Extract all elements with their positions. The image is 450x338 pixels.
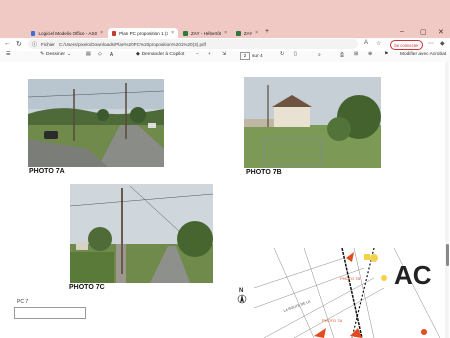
- photo-7c: [70, 184, 213, 283]
- zoom-out-icon[interactable]: −: [196, 52, 199, 57]
- tab-label: Logiciel Modelio Office - ASSUR: [38, 30, 98, 36]
- vertical-scrollbar[interactable]: [445, 62, 449, 338]
- search-icon[interactable]: ⌕: [318, 52, 321, 58]
- contents-icon[interactable]: ☰: [6, 52, 10, 57]
- copilot-icon: ◆: [136, 52, 140, 57]
- north-arrow: N: [237, 285, 247, 307]
- page-number-input[interactable]: 2: [240, 52, 250, 60]
- tab-label: ZAY: [243, 30, 253, 36]
- north-label: N: [239, 288, 243, 294]
- edit-acrobat-button[interactable]: Modifier avec Acrobat: [400, 52, 446, 57]
- tab-logiciel[interactable]: Logiciel Modelio Office - ASSUR ×: [27, 28, 107, 38]
- save-icon[interactable]: ⊞: [354, 52, 358, 57]
- close-icon[interactable]: ×: [171, 30, 174, 36]
- page-indicator: 2 sur 4: [240, 52, 263, 60]
- chevron-down-icon: ⌄: [66, 52, 71, 57]
- url-field[interactable]: ⓘ Fichier C:/Users/pixelo/Downloads/Plan…: [28, 39, 358, 49]
- settings-icon[interactable]: ⋯: [428, 40, 434, 47]
- close-icon[interactable]: ×: [100, 30, 103, 36]
- pdf-page: PHOTO 7A PHOTO 7B PHOTO 7C PHOTO 7B PHOT…: [0, 62, 450, 338]
- tab-zay[interactable]: ZAY ×: [232, 28, 262, 38]
- copilot-icon[interactable]: ◆: [440, 40, 445, 47]
- pin-icon[interactable]: ⊕: [368, 52, 372, 57]
- tab-plan-pdf[interactable]: Plan PC proposition 1 (3).pdf ×: [108, 28, 178, 38]
- map-label-7a: PHOTO 7A: [322, 318, 342, 323]
- refresh-icon[interactable]: ↻: [16, 40, 22, 48]
- acrobat-icon: ⚑: [384, 52, 389, 57]
- close-icon[interactable]: ×: [255, 30, 258, 36]
- copilot-ask-button[interactable]: ◆ Demander à Copilot: [136, 52, 184, 57]
- site-plan-map: PHOTO 7B PHOTO 7A LA ROUTE DE LA AC: [254, 248, 440, 338]
- maximize-button[interactable]: ▢: [420, 28, 427, 36]
- draw-button[interactable]: ✎ Dessiner ⌄: [40, 52, 71, 57]
- print-icon[interactable]: ⎙: [340, 52, 344, 58]
- page-view-icon[interactable]: ▯: [294, 52, 297, 57]
- favorites-icon[interactable]: ☆: [376, 40, 381, 47]
- title-block: [14, 307, 86, 319]
- pdf-icon: [112, 30, 117, 36]
- zoom-in-icon[interactable]: +: [208, 52, 211, 57]
- tab-label: ZAY - Hébertôt: [190, 30, 222, 36]
- draw-label: Dessiner: [46, 52, 65, 57]
- pen-icon: ✎: [40, 52, 45, 57]
- read-aloud-icon[interactable]: A: [364, 40, 368, 46]
- scrollbar-thumb[interactable]: [446, 244, 449, 266]
- map-label-ac: AC: [394, 260, 432, 290]
- back-icon[interactable]: ←: [4, 40, 11, 47]
- close-icon[interactable]: ×: [224, 30, 227, 36]
- info-icon: ⓘ: [32, 41, 38, 48]
- signin-label: Se connecter: [394, 42, 419, 48]
- text-icon[interactable]: Ꭺ: [110, 52, 113, 58]
- map-label-7b: PHOTO 7B: [340, 276, 360, 281]
- url-text: C:/Users/pixelo/Downloads/Plan%20PC%20pr…: [58, 41, 206, 47]
- page-total: sur 4: [252, 53, 263, 59]
- new-tab-button[interactable]: +: [265, 28, 269, 35]
- rotate-icon[interactable]: ↻: [280, 52, 284, 57]
- tab-favicon-icon: [31, 30, 36, 36]
- highlight-icon[interactable]: ▤: [86, 52, 91, 57]
- photo-7b: [244, 77, 381, 168]
- fit-page-icon[interactable]: ⇲: [222, 52, 226, 57]
- photo-7b-caption: PHOTO 7B: [246, 169, 282, 176]
- page-label: PC 7: [17, 299, 29, 305]
- browser-tab-bar: Logiciel Modelio Office - ASSUR × Plan P…: [0, 0, 450, 38]
- erase-icon[interactable]: ◇: [98, 52, 102, 57]
- photo-7a: [28, 79, 164, 167]
- tab-favicon-icon: [183, 30, 188, 36]
- photo-7c-caption: PHOTO 7C: [69, 284, 105, 291]
- tab-label: Plan PC proposition 1 (3).pdf: [119, 30, 168, 36]
- signin-button[interactable]: Se connecter: [390, 40, 423, 50]
- tab-favicon-icon: [236, 30, 241, 36]
- tab-zay-hebertot[interactable]: ZAY - Hébertôt ×: [179, 28, 231, 38]
- minimize-button[interactable]: –: [400, 28, 404, 35]
- address-bar: ← ↻ ⓘ Fichier C:/Users/pixelo/Downloads/…: [0, 38, 450, 52]
- file-label: Fichier: [41, 41, 55, 47]
- close-window-button[interactable]: ✕: [438, 28, 444, 36]
- photo-7a-caption: PHOTO 7A: [29, 168, 65, 175]
- copilot-label: Demander à Copilot: [141, 52, 185, 57]
